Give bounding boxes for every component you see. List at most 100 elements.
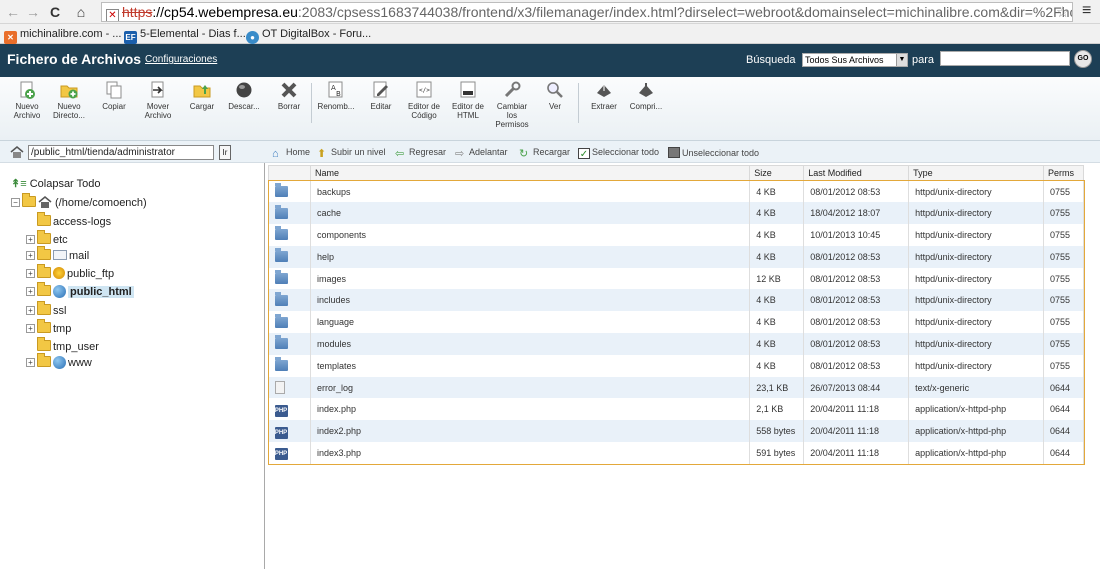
table-row[interactable]: help 4 KB 08/01/2012 08:53 httpd/unix-direc… [268, 245, 1085, 268]
tree-item-public-html[interactable]: + public_html [26, 282, 134, 301]
column-type[interactable]: Type [908, 165, 1044, 181]
html-editor-button[interactable]: Editor de HTML [448, 81, 488, 120]
file-perms[interactable]: 0755 [1043, 224, 1085, 246]
upload-button[interactable]: Cargar [182, 81, 222, 111]
file-name[interactable]: templates [310, 354, 751, 377]
file-perms[interactable]: 0644 [1043, 420, 1085, 443]
table-row[interactable]: backups 4 KB 08/01/2012 08:53 httpd/unix-di… [268, 180, 1085, 203]
table-row[interactable]: images 12 KB 08/01/2012 08:53 httpd/unix-di… [268, 267, 1085, 290]
chevron-down-icon: ▼ [896, 54, 907, 66]
tree-item-public-ftp[interactable]: + public_ftp [26, 264, 114, 283]
change-permissions-button[interactable]: Cambiar los Permisos [492, 81, 532, 129]
file-name[interactable]: index2.php [310, 420, 751, 443]
table-row[interactable]: error_log 23,1 KB 26/07/2013 08:44 text/x-g… [268, 376, 1085, 399]
file-toolbar: Nuevo Archivo Nuevo Directo... Copiar Mo… [0, 77, 1100, 141]
nav-up-level[interactable]: ⬆ Subir un nivel [317, 147, 386, 160]
tree-root-label: (/home/comoench) [55, 197, 147, 209]
url-host: ://cp54.webempresa.eu [152, 4, 298, 20]
tree-root[interactable]: − (/home/comoench) [11, 193, 147, 212]
file-name[interactable]: includes [310, 289, 751, 312]
move-file-button[interactable]: Mover Archivo [138, 81, 178, 120]
url-field[interactable]: ✕ https://cp54.webempresa.eu:2083/cpsess1… [101, 2, 1073, 22]
home-icon[interactable]: ⌂ [72, 3, 90, 21]
copy-button[interactable]: Copiar [94, 81, 134, 111]
tree-item-www[interactable]: + www [26, 353, 92, 372]
delete-button[interactable]: Borrar [269, 81, 309, 111]
file-name[interactable]: cache [310, 202, 751, 225]
column-last-modified[interactable]: Last Modified [803, 165, 910, 181]
edit-button[interactable]: Editar [361, 81, 401, 111]
file-perms[interactable]: 0755 [1043, 311, 1085, 334]
table-row[interactable]: PHP index3.php 591 bytes 20/04/2011 11:18 ap… [268, 442, 1085, 464]
table-row[interactable]: cache 4 KB 18/04/2012 18:07 httpd/unix-dire… [268, 202, 1085, 225]
collapse-all-button[interactable]: ↟≡ Colapsar Todo [11, 177, 100, 193]
file-name[interactable]: backups [310, 180, 751, 203]
file-name[interactable]: index.php [310, 398, 751, 421]
nav-reload[interactable]: ↻ Recargar [519, 147, 570, 160]
settings-link[interactable]: Configuraciones [145, 54, 217, 65]
table-row[interactable]: PHP index2.php 558 bytes 20/04/2011 11:18 ap… [268, 420, 1085, 443]
search-input[interactable] [940, 51, 1070, 66]
table-row[interactable]: language 4 KB 08/01/2012 08:53 httpd/unix-d… [268, 311, 1085, 334]
column-size[interactable]: Size [749, 165, 805, 181]
file-name[interactable]: error_log [310, 376, 751, 399]
file-perms[interactable]: 0644 [1043, 398, 1085, 421]
tree-item-mail[interactable]: + mail [26, 246, 89, 265]
path-input[interactable]: /public_html/tienda/administrator [28, 145, 214, 160]
table-row[interactable]: includes 4 KB 08/01/2012 08:53 httpd/unix-d… [268, 289, 1085, 312]
file-perms[interactable]: 0644 [1043, 442, 1085, 464]
column-name[interactable]: Name [309, 165, 751, 181]
file-name[interactable]: language [310, 311, 751, 334]
file-perms[interactable]: 0755 [1043, 333, 1085, 355]
nav-forward[interactable]: ⇨ Adelantar [455, 147, 508, 160]
file-name[interactable]: modules [310, 333, 751, 355]
column-perms[interactable]: Perms [1042, 165, 1085, 181]
file-perms[interactable]: 0755 [1043, 180, 1085, 203]
bookmark-5-elemental[interactable]: EF 5-Elemental - Dias f... [124, 27, 246, 44]
file-icon-cell [268, 289, 311, 312]
browser-menu-icon[interactable]: ≡ [1082, 2, 1091, 20]
search-scope-select[interactable]: Todos Sus Archivos ▼ [802, 53, 908, 67]
nav-unselect-all[interactable]: Unseleccionar todo [668, 147, 759, 159]
file-perms[interactable]: 0644 [1043, 376, 1085, 399]
search-go-button[interactable]: GO [1074, 50, 1092, 68]
path-go-button[interactable]: Ir [219, 145, 231, 160]
compress-button[interactable]: Compri... [626, 81, 666, 111]
table-row[interactable]: PHP index.php 2,1 KB 20/04/2011 11:18 applic… [268, 398, 1085, 421]
download-button[interactable]: Descar... [224, 81, 264, 111]
tree-item-tmp-user[interactable]: tmp_user [37, 337, 99, 356]
file-name[interactable]: components [310, 224, 751, 246]
nav-home[interactable]: ⌂ Home [272, 147, 310, 160]
table-row[interactable]: components 4 KB 10/01/2013 10:45 httpd/unix… [268, 224, 1085, 246]
bookmark-star-icon[interactable]: ☆ [1056, 3, 1069, 21]
table-row[interactable]: templates 4 KB 08/01/2012 08:53 httpd/unix-… [268, 354, 1085, 377]
file-name[interactable]: index3.php [310, 442, 751, 464]
new-folder-button[interactable]: Nuevo Directo... [49, 81, 89, 120]
nav-back[interactable]: ⇦ Regresar [395, 147, 446, 160]
tree-item-etc[interactable]: + etc [26, 230, 68, 249]
file-perms[interactable]: 0755 [1043, 245, 1085, 268]
code-editor-button[interactable]: </> Editor de Código [404, 81, 444, 120]
table-row[interactable]: modules 4 KB 08/01/2012 08:53 httpd/unix-di… [268, 333, 1085, 355]
bookmark-michinalibre[interactable]: ✕ michinalibre.com - ... [4, 27, 121, 44]
tree-item-access-logs[interactable]: access-logs [37, 212, 111, 231]
file-name[interactable]: help [310, 245, 751, 268]
extract-button[interactable]: Extraer [584, 81, 624, 111]
reload-icon[interactable]: C [46, 3, 64, 21]
tree-item-ssl[interactable]: + ssl [26, 301, 66, 320]
file-perms[interactable]: 0755 [1043, 267, 1085, 290]
tree-item-tmp[interactable]: + tmp [26, 319, 71, 338]
file-name[interactable]: images [310, 267, 751, 290]
file-perms[interactable]: 0755 [1043, 202, 1085, 225]
app-header: Fichero de Archivos Configuraciones Búsq… [0, 44, 1100, 77]
new-file-button[interactable]: Nuevo Archivo [7, 81, 47, 120]
rename-button[interactable]: AB Renomb... [316, 81, 356, 111]
view-button[interactable]: Ver [535, 81, 575, 111]
browser-address-bar: ← → C ⌂ ✕ https://cp54.webempresa.eu:2083… [0, 0, 1100, 24]
file-perms[interactable]: 0755 [1043, 289, 1085, 312]
bookmark-ot-digitalbox[interactable]: ● OT DigitalBox - Foru... [246, 27, 371, 44]
file-perms[interactable]: 0755 [1043, 354, 1085, 377]
nav-select-all[interactable]: ✓ Seleccionar todo [578, 147, 659, 160]
back-arrow-icon[interactable]: ← [4, 3, 22, 21]
forward-arrow-icon[interactable]: → [24, 3, 42, 21]
